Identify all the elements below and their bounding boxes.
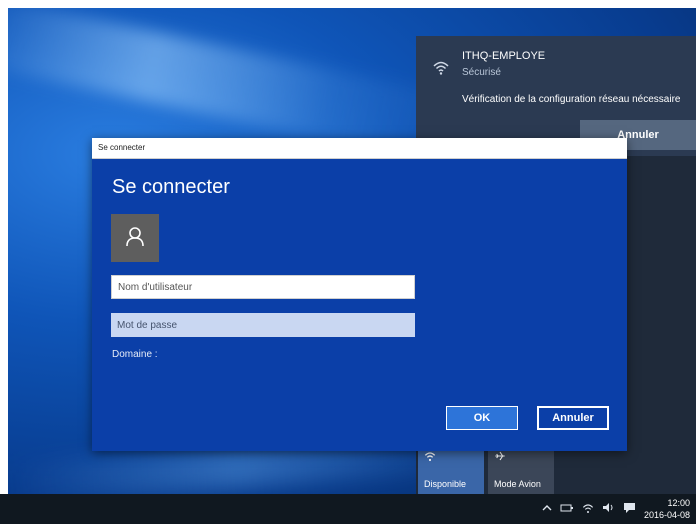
- domain-label: Domaine :: [112, 349, 158, 360]
- dialog-window-title: Se connecter: [98, 143, 146, 152]
- avatar: [111, 214, 159, 262]
- taskbar: 12:00 2016-04-08: [0, 494, 696, 524]
- cancel-button[interactable]: Annuler: [537, 406, 609, 430]
- clock[interactable]: 12:00 2016-04-08: [644, 497, 690, 521]
- chevron-up-icon[interactable]: [542, 503, 552, 516]
- password-input[interactable]: [111, 313, 415, 337]
- wifi-icon: [432, 58, 450, 76]
- dialog-titlebar[interactable]: Se connecter: [92, 138, 627, 159]
- network-status: Sécurisé: [462, 67, 501, 78]
- wifi-icon[interactable]: [582, 502, 594, 517]
- clock-time: 12:00: [667, 498, 690, 508]
- quick-actions: Disponible Mode Avion: [416, 446, 696, 494]
- wifi-icon: [424, 450, 436, 465]
- user-icon: [124, 225, 146, 252]
- username-input[interactable]: [111, 275, 415, 299]
- quick-action-label: Disponible: [424, 479, 467, 489]
- dialog-heading: Se connecter: [112, 176, 230, 198]
- airplane-icon: [494, 450, 506, 465]
- sign-in-dialog: Se connecter Se connecter Domaine : OK A…: [92, 138, 627, 451]
- notification-message: Vérification de la configuration réseau …: [462, 94, 681, 105]
- network-name: ITHQ-EMPLOYE: [462, 50, 546, 62]
- battery-icon[interactable]: [560, 503, 574, 516]
- system-tray: 12:00 2016-04-08: [542, 494, 690, 524]
- quick-action-wifi[interactable]: Disponible: [418, 446, 484, 494]
- quick-action-label: Mode Avion: [494, 479, 541, 489]
- volume-icon[interactable]: [602, 502, 615, 516]
- ok-button[interactable]: OK: [446, 406, 518, 430]
- clock-date: 2016-04-08: [643, 510, 690, 520]
- notification-icon[interactable]: [623, 502, 636, 517]
- quick-action-airplane-mode[interactable]: Mode Avion: [488, 446, 554, 494]
